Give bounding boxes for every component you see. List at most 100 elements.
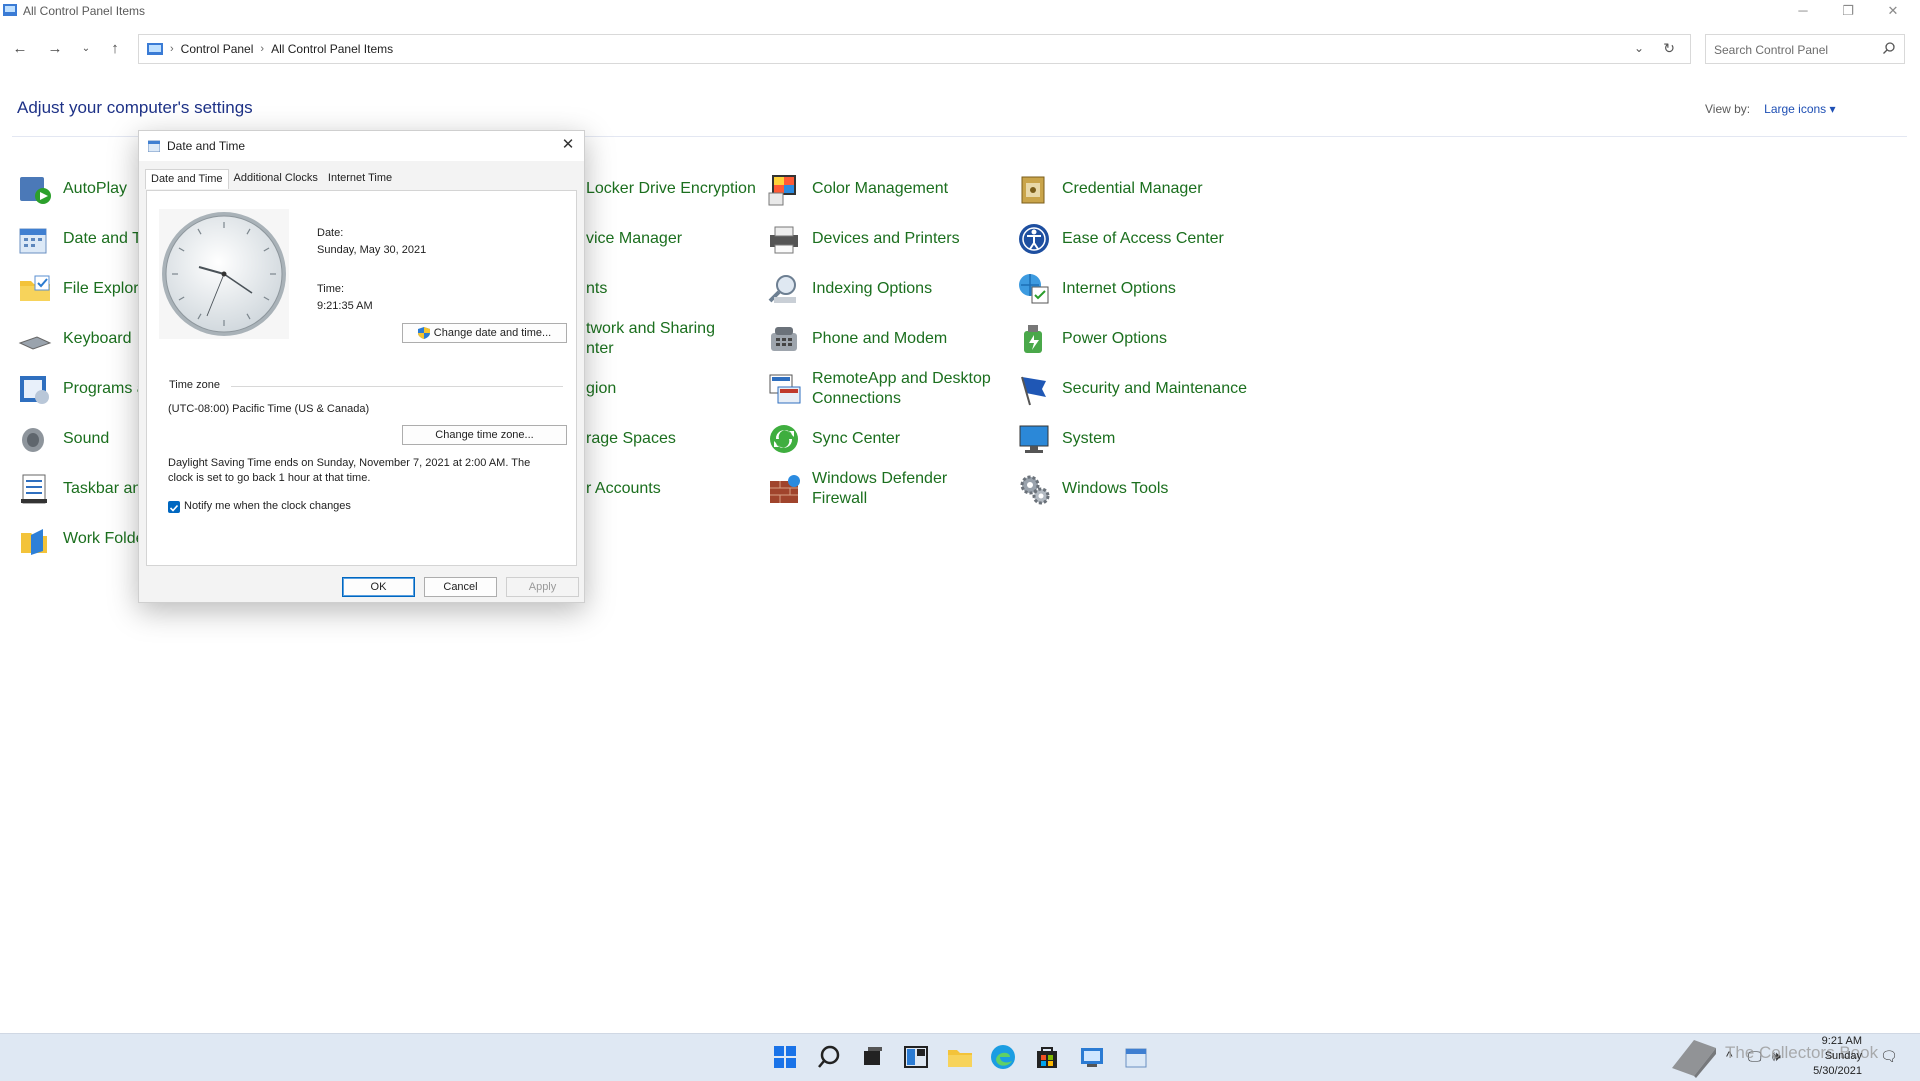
calendar-icon	[19, 228, 47, 254]
cp-item-autoplay[interactable]: AutoPlay	[17, 166, 127, 212]
notifications-icon[interactable]: 🗨	[1880, 1048, 1898, 1065]
analog-clock	[159, 209, 289, 339]
cp-item-phone-and-modem[interactable]: Phone and Modem	[766, 316, 947, 362]
cp-item-programs-and-features[interactable]: Programs a	[17, 366, 146, 412]
cp-item-system[interactable]: System	[1016, 416, 1115, 462]
ok-button[interactable]: OK	[342, 577, 415, 597]
monitor-icon	[1019, 425, 1049, 453]
cp-item-internet-options[interactable]: Internet Options	[1016, 266, 1176, 312]
dialog-title: Date and Time	[167, 139, 246, 153]
date-label: Date:	[317, 227, 344, 239]
up-button[interactable]: ↑	[104, 38, 126, 60]
view-by-label: View by:	[1705, 102, 1751, 116]
cp-item-windows-defender-firewall[interactable]: Windows Defender Firewall	[766, 466, 947, 512]
flag-icon	[1021, 376, 1046, 406]
minimize-button[interactable]: ─	[1781, 0, 1825, 24]
clock-date: 5/30/2021	[1813, 1065, 1862, 1077]
taskbar-icon	[21, 474, 47, 504]
cp-item-color-management[interactable]: Color Management	[766, 166, 948, 212]
autoplay-icon	[20, 177, 51, 204]
view-by: View by: Large icons ▾	[1705, 102, 1836, 116]
dialog-title-bar: Date and Time ✕	[139, 131, 584, 161]
time-value: 9:21:35 AM	[317, 300, 373, 312]
address-bar[interactable]: › Control Panel › All Control Panel Item…	[138, 34, 1691, 64]
cp-item-keyboard[interactable]: Keyboard	[17, 316, 132, 362]
apply-button: Apply	[506, 577, 579, 597]
cp-item-ease-of-access[interactable]: Ease of Access Center	[1016, 216, 1224, 262]
firewall-icon	[770, 475, 800, 503]
refresh-icon[interactable]: ↻	[1663, 40, 1675, 57]
checkmark-icon	[169, 504, 179, 512]
notify-checkbox[interactable]	[168, 501, 180, 513]
phone-icon	[771, 327, 797, 351]
taskbar-clock[interactable]: 9:21 AM Sunday 5/30/2021	[1798, 1034, 1862, 1079]
power-icon	[1024, 325, 1042, 353]
breadcrumb-control-panel[interactable]: Control Panel	[181, 42, 254, 56]
widgets-icon[interactable]	[901, 1042, 931, 1072]
folder-icon	[20, 275, 50, 301]
task-view-icon[interactable]	[858, 1042, 888, 1072]
view-by-dropdown[interactable]: Large icons ▾	[1764, 102, 1835, 116]
cp-item-taskbar-and-navigation[interactable]: Taskbar an	[17, 466, 141, 512]
chevron-down-icon[interactable]: ⌄	[1634, 41, 1644, 55]
dialog-close-button[interactable]: ✕	[558, 136, 578, 156]
remoteapp-icon	[769, 374, 801, 404]
cp-item-indexing-options[interactable]: Indexing Options	[766, 266, 932, 312]
forward-button[interactable]: →	[44, 38, 66, 60]
cp-item-security-and-maintenance[interactable]: Security and Maintenance	[1016, 366, 1247, 412]
notify-label[interactable]: Notify me when the clock changes	[184, 500, 351, 512]
cancel-button[interactable]: Cancel	[424, 577, 497, 597]
tab-date-and-time[interactable]: Date and Time	[145, 169, 229, 189]
tab-internet-time[interactable]: Internet Time	[323, 169, 397, 189]
time-label: Time:	[317, 283, 345, 295]
credential-icon	[1021, 176, 1045, 204]
control-panel-icon[interactable]	[1077, 1042, 1107, 1072]
cp-item-credential-manager[interactable]: Credential Manager	[1016, 166, 1203, 212]
chevron-right-icon: ›	[260, 43, 265, 55]
printer-icon	[770, 226, 798, 254]
page-heading: Adjust your computer's settings	[17, 98, 253, 117]
restore-button[interactable]: ❐	[1826, 0, 1870, 24]
date-time-icon	[148, 140, 160, 152]
title-bar: All Control Panel Items ─ ❐ ✕	[0, 0, 1920, 24]
control-panel-icon	[147, 43, 163, 55]
indexing-icon	[768, 275, 796, 303]
search-icon[interactable]	[814, 1042, 844, 1072]
breadcrumb-all-items[interactable]: All Control Panel Items	[271, 42, 393, 56]
tab-panel: Date: Sunday, May 30, 2021 Time: 9:21:35…	[146, 190, 577, 566]
date-time-app-icon[interactable]	[1121, 1042, 1151, 1072]
start-icon[interactable]	[770, 1042, 800, 1072]
edge-icon[interactable]	[988, 1042, 1018, 1072]
cp-item-sound[interactable]: Sound	[17, 416, 109, 462]
cp-item-remoteapp[interactable]: RemoteApp and Desktop Connections	[766, 366, 991, 412]
change-time-zone-button[interactable]: Change time zone...	[402, 425, 567, 445]
store-icon[interactable]	[1032, 1042, 1062, 1072]
cp-item-windows-tools[interactable]: Windows Tools	[1016, 466, 1168, 512]
dialog-tabs: Date and Time Additional Clocks Internet…	[145, 169, 397, 189]
recent-locations-button[interactable]: ⌄	[75, 38, 97, 60]
cp-item-date-and-time[interactable]: Date and Ti	[17, 216, 145, 262]
control-panel-icon	[3, 4, 17, 16]
search-box[interactable]	[1705, 34, 1905, 64]
sync-icon	[770, 425, 798, 453]
file-explorer-icon[interactable]	[945, 1042, 975, 1072]
cp-item-devices-and-printers[interactable]: Devices and Printers	[766, 216, 960, 262]
clock-time: 9:21 AM	[1821, 1035, 1862, 1047]
change-date-time-button[interactable]: Change date and time...	[402, 323, 567, 343]
date-value: Sunday, May 30, 2021	[317, 244, 427, 256]
search-icon[interactable]	[1882, 41, 1896, 55]
cp-item-power-options[interactable]: Power Options	[1016, 316, 1167, 362]
back-button[interactable]: ←	[9, 38, 31, 60]
color-management-icon	[768, 175, 796, 206]
window-title: All Control Panel Items	[23, 4, 146, 18]
tab-additional-clocks[interactable]: Additional Clocks	[229, 169, 323, 189]
close-button[interactable]: ✕	[1871, 0, 1915, 24]
cp-item-sync-center[interactable]: Sync Center	[766, 416, 900, 462]
ease-of-access-icon	[1019, 224, 1049, 254]
book-watermark-icon	[1672, 1040, 1716, 1078]
cp-item-file-explorer-options[interactable]: File Explore	[17, 266, 147, 312]
internet-options-icon	[1019, 274, 1049, 304]
search-input[interactable]	[1712, 40, 1876, 60]
cp-item-work-folders[interactable]: Work Folde	[17, 516, 145, 562]
chevron-right-icon: ›	[170, 43, 174, 55]
